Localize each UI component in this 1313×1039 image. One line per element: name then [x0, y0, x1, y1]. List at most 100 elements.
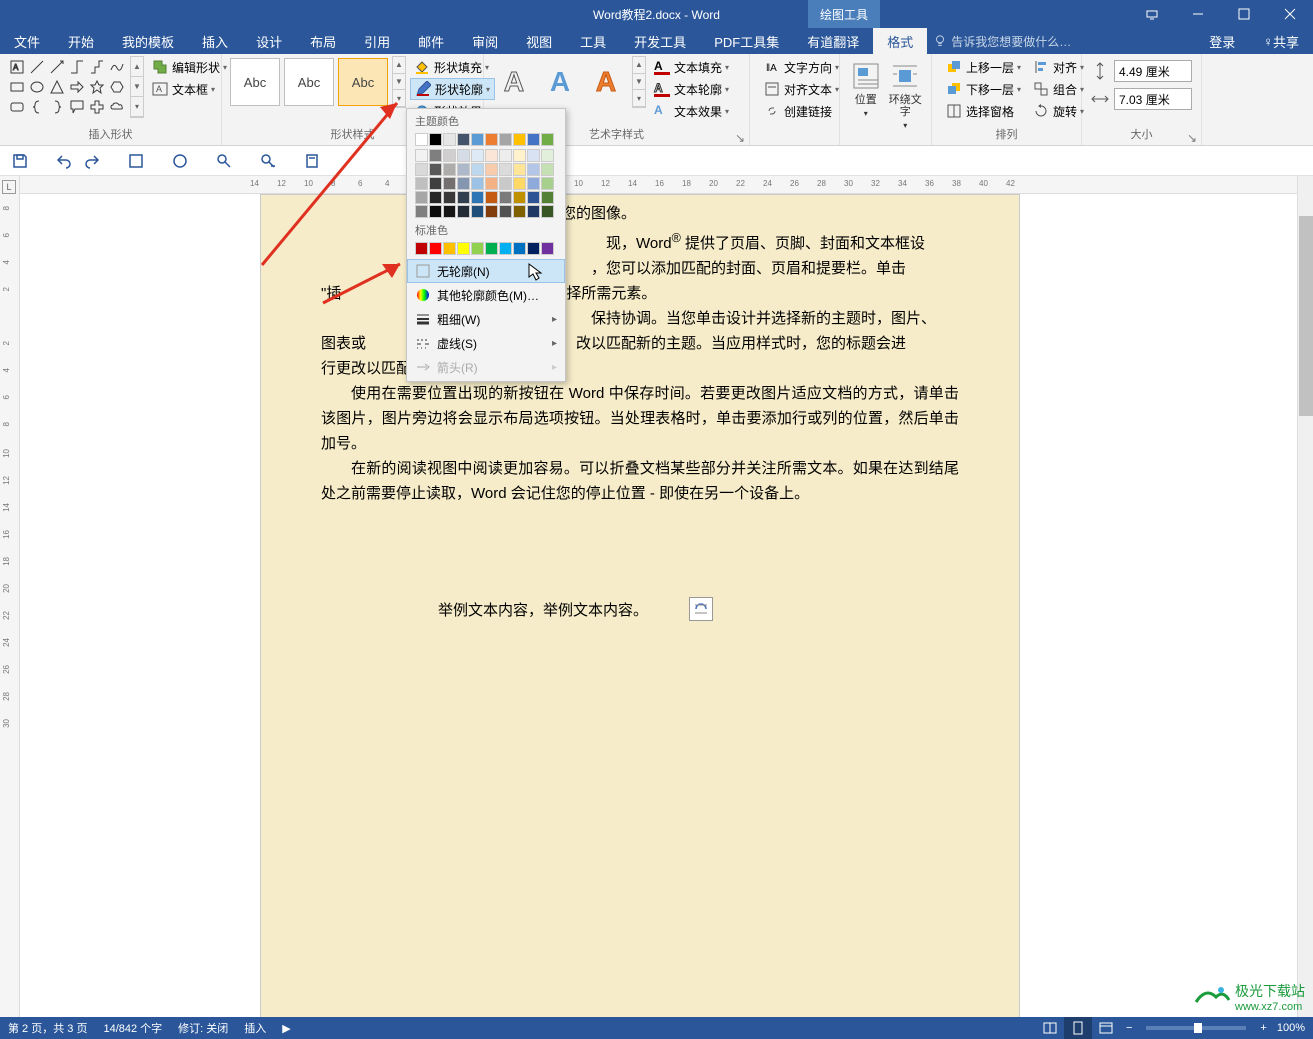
color-swatch[interactable] — [541, 163, 554, 176]
color-swatch[interactable] — [499, 242, 512, 255]
shape-lbrace-icon[interactable] — [28, 98, 46, 116]
color-swatch[interactable] — [471, 191, 484, 204]
color-swatch[interactable] — [415, 191, 428, 204]
tab-file[interactable]: 文件 — [0, 28, 54, 54]
layout-options-button[interactable] — [689, 597, 713, 621]
wordart-style-3[interactable]: A — [586, 60, 626, 104]
share-button[interactable]: ♀ 共享 — [1249, 28, 1313, 54]
print-layout-button[interactable] — [1064, 1017, 1092, 1039]
zoom-level[interactable]: 100% — [1277, 1022, 1305, 1034]
color-swatch[interactable] — [429, 242, 442, 255]
color-swatch[interactable] — [471, 133, 484, 146]
color-swatch[interactable] — [541, 205, 554, 218]
tab-developer[interactable]: 开发工具 — [620, 28, 700, 54]
color-swatch[interactable] — [443, 149, 456, 162]
tab-tools[interactable]: 工具 — [566, 28, 620, 54]
weight-item[interactable]: 粗细(W)▸ — [407, 307, 565, 331]
shape-callout-icon[interactable] — [68, 98, 86, 116]
tab-mailings[interactable]: 邮件 — [404, 28, 458, 54]
shape-fill-button[interactable]: 形状填充▾ — [410, 56, 495, 78]
color-swatch[interactable] — [415, 133, 428, 146]
qat-btn-5[interactable] — [302, 151, 322, 171]
color-swatch[interactable] — [499, 205, 512, 218]
word-count[interactable]: 14/842 个字 — [103, 1020, 162, 1036]
wordart-style-2[interactable]: A — [540, 60, 580, 104]
color-swatch[interactable] — [485, 149, 498, 162]
zoom-out-button[interactable]: − — [1126, 1022, 1132, 1034]
shape-freeform-icon[interactable] — [108, 58, 126, 76]
qat-btn-4[interactable] — [258, 151, 278, 171]
wordart-scroll[interactable]: ▲▼▾ — [632, 56, 646, 108]
color-swatch[interactable] — [527, 133, 540, 146]
tab-pdf[interactable]: PDF工具集 — [700, 28, 793, 54]
insert-mode[interactable]: 插入 — [244, 1020, 266, 1036]
shape-star-icon[interactable] — [88, 78, 106, 96]
shape-connector-icon[interactable] — [68, 58, 86, 76]
color-swatch[interactable] — [443, 133, 456, 146]
undo-button[interactable] — [54, 151, 74, 171]
color-swatch[interactable] — [541, 149, 554, 162]
color-swatch[interactable] — [415, 177, 428, 190]
tab-layout[interactable]: 布局 — [296, 28, 350, 54]
color-swatch[interactable] — [457, 242, 470, 255]
send-backward-button[interactable]: 下移一层▾ — [942, 78, 1025, 100]
shape-oval-icon[interactable] — [28, 78, 46, 96]
color-swatch[interactable] — [499, 191, 512, 204]
color-swatch[interactable] — [513, 205, 526, 218]
horizontal-ruler[interactable]: 1412108642246810121416182022242628303234… — [20, 176, 1313, 194]
color-swatch[interactable] — [415, 242, 428, 255]
color-swatch[interactable] — [429, 149, 442, 162]
color-swatch[interactable] — [527, 177, 540, 190]
group-button[interactable]: 组合▾ — [1029, 78, 1088, 100]
textbox-button[interactable]: A 文本框▾ — [148, 78, 231, 100]
shape-width-input[interactable]: 7.03 厘米 — [1090, 88, 1192, 110]
qat-btn-1[interactable] — [126, 151, 146, 171]
shape-style-3[interactable]: Abc — [338, 58, 388, 106]
color-swatch[interactable] — [499, 163, 512, 176]
tab-home[interactable]: 开始 — [54, 28, 108, 54]
color-swatch[interactable] — [443, 242, 456, 255]
shape-style-gallery[interactable]: Abc Abc Abc — [228, 56, 390, 108]
shape-plus-icon[interactable] — [88, 98, 106, 116]
color-swatch[interactable] — [499, 133, 512, 146]
color-swatch[interactable] — [457, 149, 470, 162]
text-outline-button[interactable]: A文本轮廓▾ — [650, 78, 733, 100]
shape-textbox-icon[interactable]: A — [8, 58, 26, 76]
track-changes-status[interactable]: 修订: 关闭 — [178, 1020, 228, 1036]
color-swatch[interactable] — [443, 163, 456, 176]
tab-templates[interactable]: 我的模板 — [108, 28, 188, 54]
tab-translate[interactable]: 有道翻译 — [793, 28, 873, 54]
color-swatch[interactable] — [527, 149, 540, 162]
zoom-slider[interactable] — [1146, 1026, 1246, 1030]
color-swatch[interactable] — [429, 191, 442, 204]
shape-line-icon[interactable] — [28, 58, 46, 76]
color-swatch[interactable] — [485, 191, 498, 204]
color-swatch[interactable] — [513, 191, 526, 204]
tab-design[interactable]: 设计 — [242, 28, 296, 54]
rotate-button[interactable]: 旋转▾ — [1029, 100, 1088, 122]
color-swatch[interactable] — [485, 163, 498, 176]
color-swatch[interactable] — [513, 242, 526, 255]
color-swatch[interactable] — [429, 163, 442, 176]
color-swatch[interactable] — [541, 191, 554, 204]
color-swatch[interactable] — [415, 149, 428, 162]
color-swatch[interactable] — [471, 149, 484, 162]
size-dialog-launcher[interactable]: ↘ — [1187, 131, 1199, 143]
position-button[interactable]: 位置▾ — [846, 56, 886, 120]
align-button[interactable]: 对齐▾ — [1029, 56, 1088, 78]
color-swatch[interactable] — [541, 133, 554, 146]
color-swatch[interactable] — [457, 205, 470, 218]
shape-cloud-icon[interactable] — [108, 98, 126, 116]
color-swatch[interactable] — [457, 177, 470, 190]
close-button[interactable] — [1267, 0, 1313, 28]
macro-icon[interactable]: ▶ — [282, 1022, 290, 1035]
minimize-button[interactable] — [1175, 0, 1221, 28]
color-swatch[interactable] — [527, 191, 540, 204]
color-swatch[interactable] — [485, 205, 498, 218]
color-swatch[interactable] — [471, 163, 484, 176]
color-swatch[interactable] — [485, 177, 498, 190]
color-swatch[interactable] — [527, 205, 540, 218]
shape-style-1[interactable]: Abc — [230, 58, 280, 106]
color-swatch[interactable] — [541, 242, 554, 255]
tell-me-search[interactable]: 告诉我您想要做什么… — [933, 28, 1071, 54]
